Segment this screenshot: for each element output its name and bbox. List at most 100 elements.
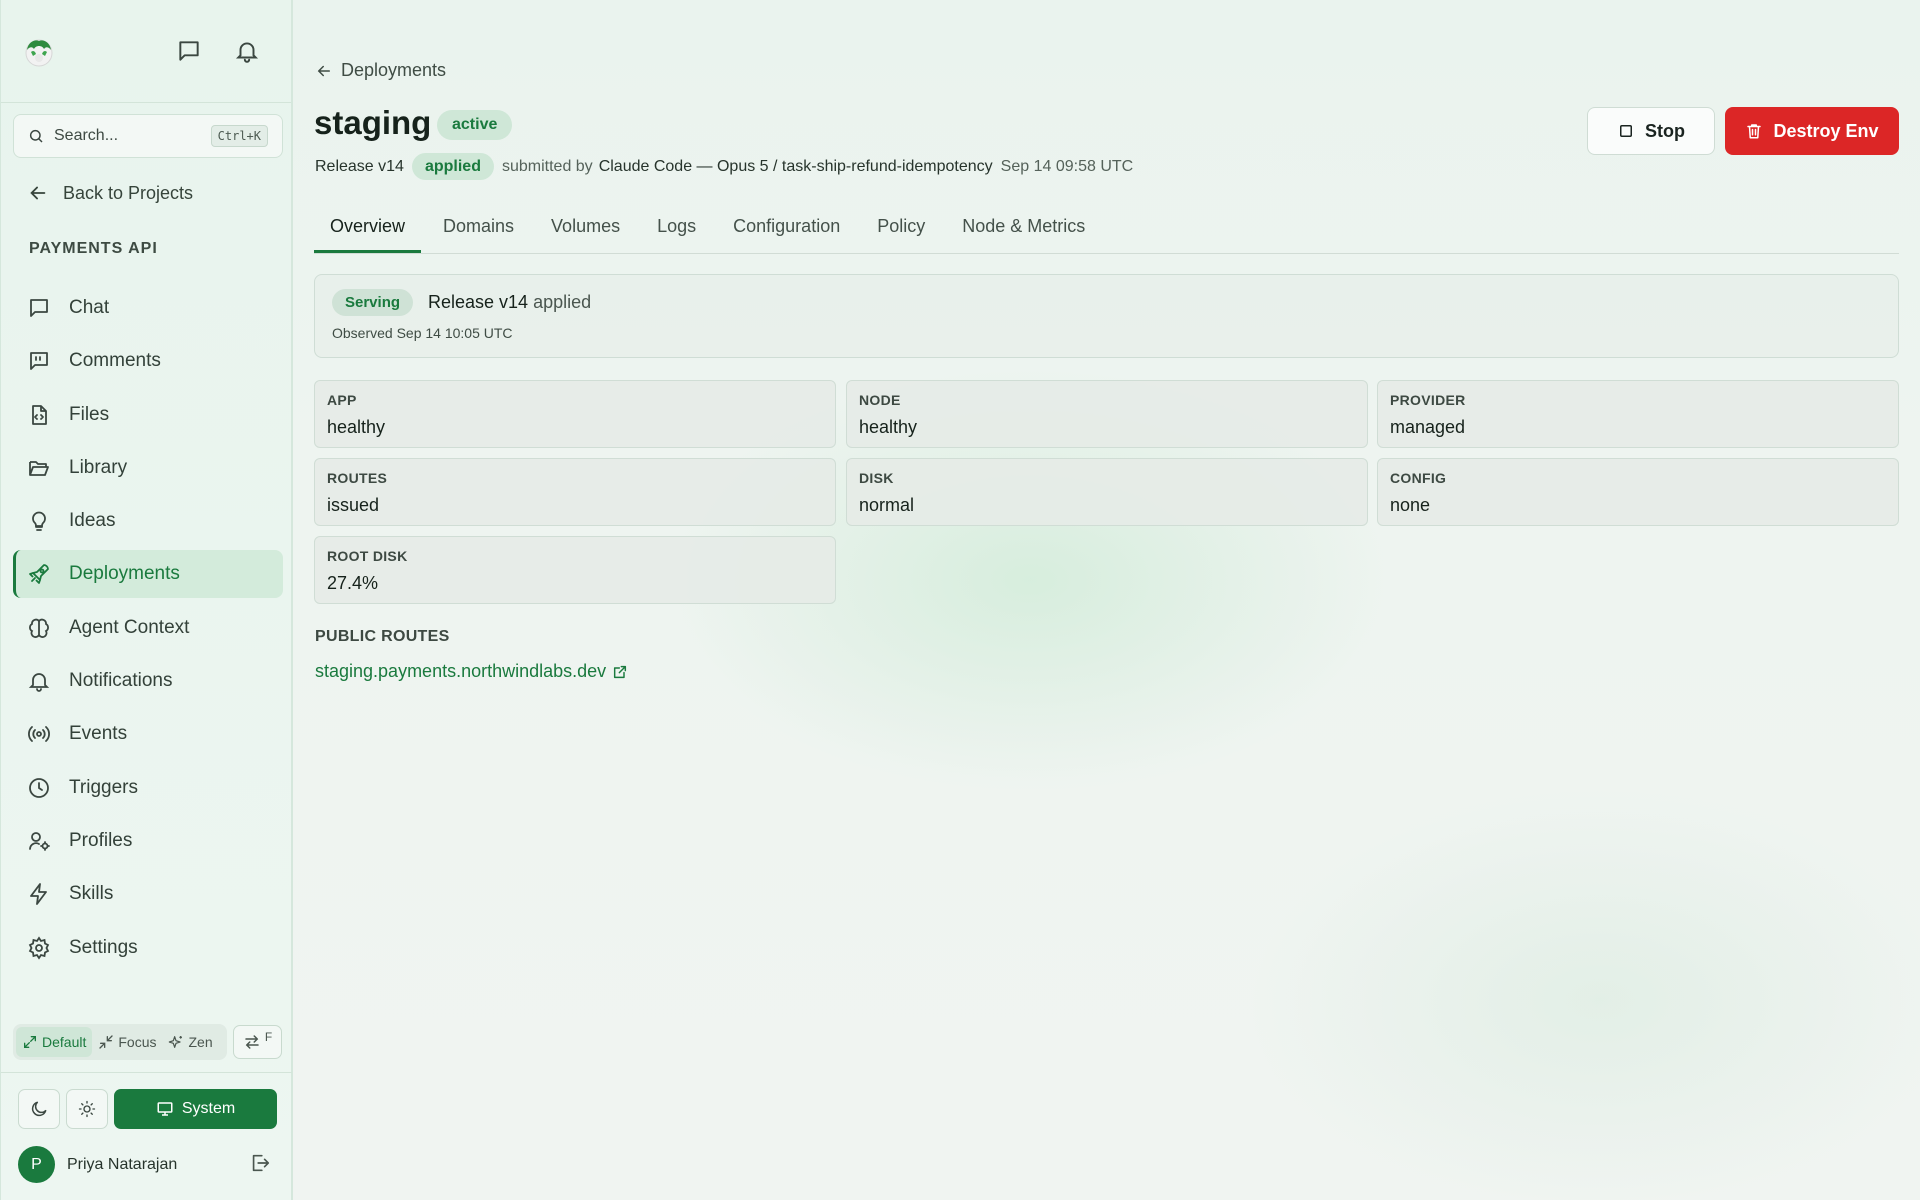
sidebar-nav: Chat Comments Files Library Ideas Deploy…: [13, 284, 283, 977]
external-link-icon: [614, 665, 627, 678]
health-value: healthy: [327, 417, 386, 437]
search-shortcut: Ctrl+K: [210, 125, 268, 147]
bell-icon: [28, 673, 50, 692]
stop-button[interactable]: Stop: [1587, 107, 1715, 155]
user-profile[interactable]: P Priya Natarajan: [18, 1146, 177, 1183]
search-placeholder: Search...: [54, 127, 119, 144]
page-title: staging: [314, 104, 432, 141]
stop-square-icon: [1620, 125, 1632, 137]
tab-domains[interactable]: Domains: [443, 206, 514, 253]
mode-focus-button[interactable]: Focus: [92, 1027, 162, 1057]
tab-overview[interactable]: Overview: [314, 206, 422, 253]
swap-layout-button[interactable]: F: [233, 1025, 282, 1059]
sidebar-item-settings[interactable]: Settings: [13, 924, 283, 972]
sidebar-item-ideas[interactable]: Ideas: [13, 497, 283, 545]
health-card-app: APP healthy: [314, 380, 836, 448]
health-label: ROOT DISK: [327, 548, 408, 564]
tab-policy[interactable]: Policy: [877, 206, 925, 253]
health-card-node: NODE healthy: [846, 380, 1368, 448]
public-route-link[interactable]: staging.payments.northwindlabs.dev: [315, 661, 628, 682]
sidebar-item-agent-context[interactable]: Agent Context: [13, 604, 283, 652]
broadcast-icon: [28, 726, 50, 743]
sidebar-item-library[interactable]: Library: [13, 444, 283, 492]
status-state: applied: [533, 292, 592, 312]
sidebar-item-events[interactable]: Events: [13, 710, 283, 758]
serving-status-card: Serving Release v14 applied Observed Sep…: [314, 274, 1899, 358]
stop-label: Stop: [1645, 120, 1685, 141]
health-value: normal: [859, 495, 915, 515]
mode-default-button[interactable]: Default: [16, 1027, 93, 1057]
sidebar-item-files[interactable]: Files: [13, 391, 283, 439]
lightbulb-icon: [32, 511, 46, 532]
breadcrumb[interactable]: Deployments: [315, 60, 446, 81]
sidebar-item-comments[interactable]: Comments: [13, 337, 283, 385]
arrow-left-icon: [30, 186, 46, 200]
sidebar: Search... Ctrl+K Back to Projects PAYMEN…: [0, 0, 293, 1200]
mode-default-label: Default: [42, 1034, 87, 1050]
sidebar-item-label: Deployments: [69, 563, 180, 585]
release-status-badge: applied: [411, 153, 494, 180]
serving-badge: Serving: [332, 289, 414, 316]
chat-icon[interactable]: [176, 38, 202, 64]
mode-zen-button[interactable]: Zen: [162, 1027, 218, 1057]
sun-icon: [78, 1100, 96, 1118]
logout-icon[interactable]: [249, 1152, 271, 1174]
sidebar-item-chat[interactable]: Chat: [13, 284, 283, 332]
tab-volumes[interactable]: Volumes: [551, 206, 620, 253]
back-to-projects-label: Back to Projects: [63, 182, 194, 203]
light-theme-button[interactable]: [66, 1089, 108, 1129]
sidebar-item-notifications[interactable]: Notifications: [13, 657, 283, 705]
app-logo[interactable]: [23, 36, 55, 68]
release-timestamp: Sep 14 09:58 UTC: [1000, 157, 1134, 175]
sidebar-item-label: Triggers: [69, 776, 138, 798]
public-routes-heading: PUBLIC ROUTES: [315, 628, 450, 645]
sidebar-item-profiles[interactable]: Profiles: [13, 817, 283, 865]
bell-icon[interactable]: [234, 38, 260, 64]
zap-icon: [30, 883, 47, 906]
health-label: DISK: [859, 470, 894, 486]
destroy-env-label: Destroy Env: [1773, 120, 1879, 141]
trash-icon: [1747, 124, 1762, 139]
search-input[interactable]: Search... Ctrl+K: [13, 114, 283, 158]
sidebar-item-skills[interactable]: Skills: [13, 870, 283, 918]
comments-icon: [30, 352, 48, 371]
tab-bar: Overview Domains Volumes Logs Configurat…: [314, 206, 1899, 254]
clock-icon: [29, 777, 49, 798]
health-label: CONFIG: [1390, 470, 1447, 486]
health-value: 27.4%: [327, 573, 379, 593]
health-label: APP: [327, 392, 357, 408]
health-label: ROUTES: [327, 470, 388, 486]
search-icon: [28, 128, 44, 144]
dark-theme-button[interactable]: [18, 1089, 60, 1129]
observed-timestamp: Observed Sep 14 10:05 UTC: [332, 325, 513, 341]
submitted-by-label: submitted by: [501, 157, 593, 175]
tab-logs[interactable]: Logs: [657, 206, 696, 253]
system-theme-button[interactable]: System: [114, 1089, 277, 1129]
health-value: healthy: [859, 417, 918, 437]
sidebar-item-label: Profiles: [69, 829, 133, 851]
sidebar-item-label: Skills: [69, 883, 114, 905]
swap-shortcut-hint: F: [264, 1030, 273, 1044]
chat-icon: [30, 299, 48, 317]
shrink-icon: [99, 1035, 114, 1049]
sidebar-item-triggers[interactable]: Triggers: [13, 764, 283, 812]
sparkles-icon: [169, 1036, 183, 1048]
sidebar-item-deployments[interactable]: Deployments: [13, 550, 283, 599]
system-theme-label: System: [181, 1100, 236, 1117]
sidebar-item-label: Ideas: [69, 510, 116, 532]
health-card-root-disk: ROOT DISK 27.4%: [314, 536, 836, 604]
brain-icon: [29, 618, 49, 638]
release-meta: Release v14 applied submitted by Claude …: [315, 153, 1133, 180]
sidebar-item-label: Files: [69, 403, 110, 425]
sidebar-item-label: Notifications: [69, 670, 173, 692]
back-to-projects-link[interactable]: Back to Projects: [27, 182, 193, 204]
health-card-config: CONFIG none: [1377, 458, 1899, 526]
avatar: P: [18, 1146, 55, 1183]
release-version: Release v14: [315, 157, 404, 175]
tab-node-metrics[interactable]: Node & Metrics: [962, 206, 1085, 253]
tab-configuration[interactable]: Configuration: [733, 206, 840, 253]
destroy-env-button[interactable]: Destroy Env: [1725, 107, 1899, 155]
health-value: issued: [327, 495, 380, 515]
sidebar-item-label: Settings: [69, 936, 138, 958]
sidebar-item-label: Chat: [69, 297, 110, 318]
